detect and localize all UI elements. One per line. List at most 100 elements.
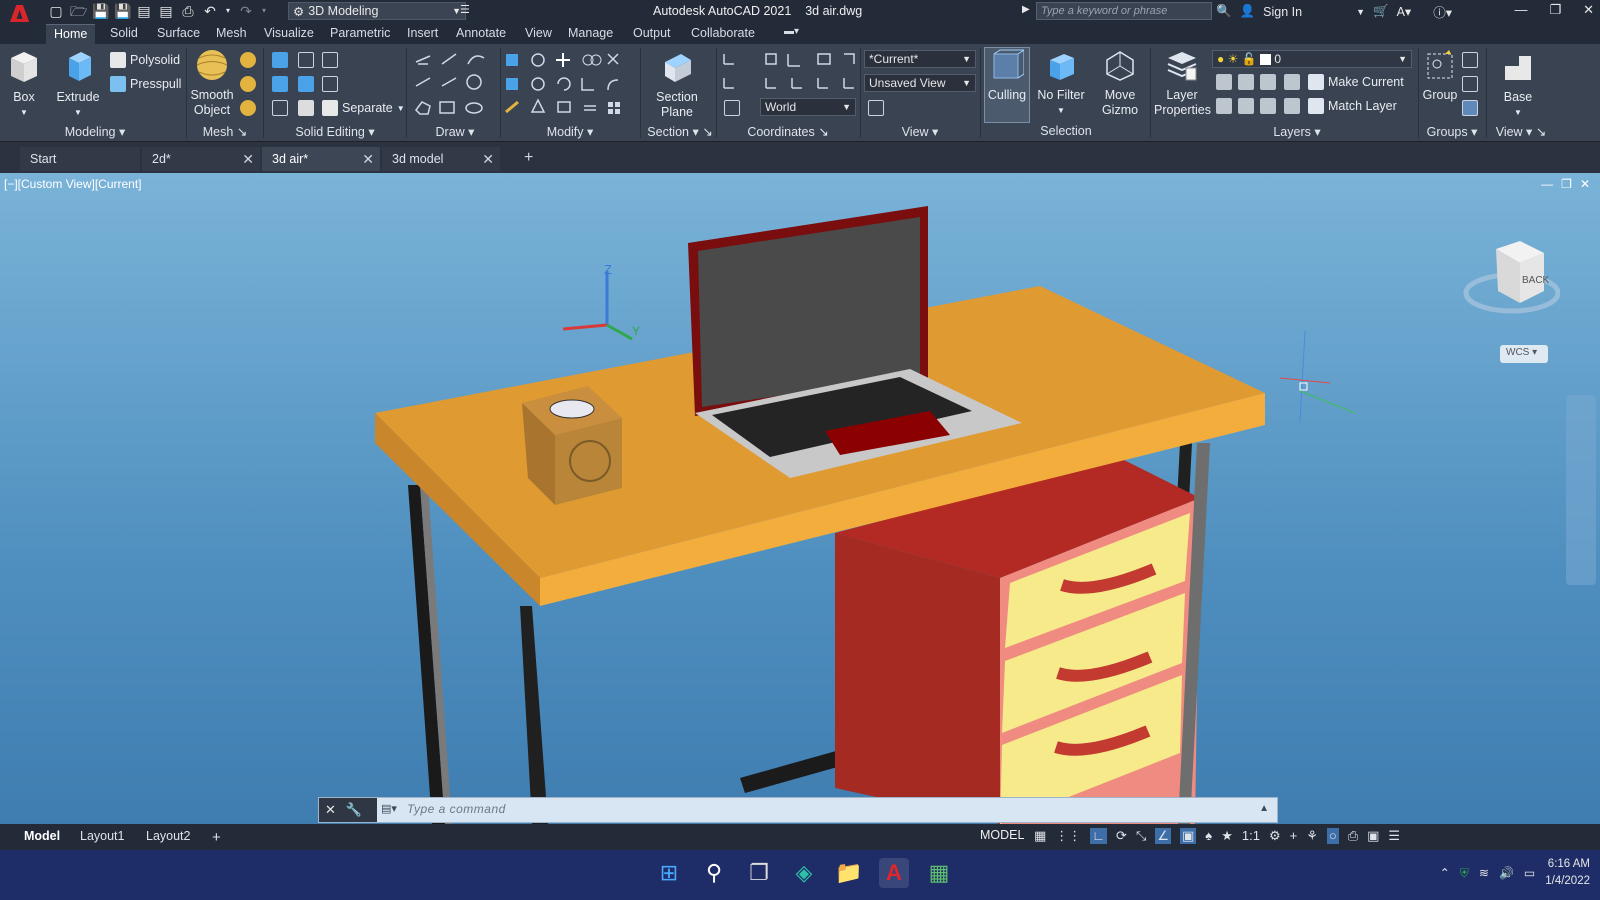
tab-manage[interactable]: Manage <box>560 24 621 44</box>
layout-tab-layout1[interactable]: Layout1 <box>74 827 130 847</box>
search-icon[interactable]: ⚲ <box>699 858 729 888</box>
panel-title-view-base[interactable]: View ▾ ↘ <box>1490 124 1552 140</box>
tab-output[interactable]: Output <box>625 24 679 44</box>
speaker-icon[interactable]: 🔊 <box>1499 866 1514 880</box>
redo-icon[interactable]: ↷ <box>238 3 254 19</box>
named-view-select[interactable]: Unsaved View ▼ <box>864 74 976 92</box>
slice-icon[interactable] <box>272 76 288 92</box>
mesh-crease-icon[interactable] <box>240 76 256 92</box>
layer-lock-icon[interactable] <box>1284 74 1300 90</box>
section-plane-button[interactable]: Section Plane <box>654 48 700 120</box>
subtract-icon[interactable] <box>298 52 314 68</box>
task-view-icon[interactable]: ❐ <box>744 858 774 888</box>
close-icon[interactable]: ✕ <box>325 802 336 818</box>
save-as-icon[interactable]: 💾 <box>114 3 131 19</box>
undo-icon[interactable]: ↶ <box>202 3 218 19</box>
battery-icon[interactable]: ▭ <box>1524 866 1535 880</box>
match-layer-button[interactable]: Match Layer <box>1308 96 1397 116</box>
tab-solid[interactable]: Solid <box>102 24 146 44</box>
file-explorer-icon[interactable]: 📁 <box>834 858 864 888</box>
panel-title-groups[interactable]: Groups ▾ <box>1420 124 1484 140</box>
user-icon[interactable]: 👤 <box>1240 4 1256 19</box>
drawing-viewport[interactable]: [−][Custom View][Current] — ❐ ✕ Z Y BACK… <box>0 173 1600 824</box>
security-shield-icon[interactable]: ⛨ <box>1460 866 1469 881</box>
app-store-icon[interactable]: A▾ <box>1397 4 1412 19</box>
add-layout-icon[interactable]: + <box>206 827 227 847</box>
extract-edges-icon[interactable] <box>322 76 338 92</box>
layer-select[interactable]: ● ☀ 🔓 0 ▼ <box>1212 50 1412 68</box>
save-icon[interactable]: 💾 <box>92 3 109 19</box>
tab-annotate[interactable]: Annotate <box>448 24 514 44</box>
viewport-config-icon[interactable] <box>868 100 884 116</box>
autoscale-icon[interactable]: ★ <box>1221 828 1233 844</box>
draw-tools-grid[interactable] <box>412 50 498 120</box>
navigation-bar[interactable] <box>1566 395 1596 585</box>
model-space-indicator[interactable]: MODEL <box>980 828 1024 842</box>
visual-style-select[interactable]: *Current* ▼ <box>864 50 976 68</box>
customize-menu-icon[interactable]: ☰ <box>1388 828 1400 844</box>
gear-icon[interactable]: ⚙ <box>1269 828 1281 844</box>
wcs-menu[interactable]: WCS ▾ <box>1500 345 1548 363</box>
ribbon-minimize-icon[interactable]: ▬▾ <box>776 24 807 44</box>
modify-tools-grid[interactable] <box>504 50 636 120</box>
panel-title-coordinates[interactable]: Coordinates ↘ <box>720 124 856 140</box>
close-icon[interactable]: ✕ <box>1583 2 1594 18</box>
union-icon[interactable] <box>272 52 288 68</box>
save-web-icon[interactable]: ▤ <box>158 3 174 19</box>
workspace-switch-icon[interactable]: ⚘ <box>1306 828 1318 844</box>
panel-title-draw[interactable]: Draw ▾ <box>412 124 498 140</box>
snap-icon[interactable]: ⋮⋮ <box>1055 828 1081 844</box>
tab-home[interactable]: Home <box>46 24 96 44</box>
selection-cycling-icon[interactable]: ▣ <box>1180 828 1197 844</box>
tray-chevron-up-icon[interactable]: ⌃ <box>1440 866 1450 880</box>
group-select-icon[interactable] <box>1462 100 1478 116</box>
restore-icon[interactable]: ❐ <box>1549 2 1561 18</box>
viewcube[interactable]: BACK <box>1460 233 1561 343</box>
layout-tab-model[interactable]: Model <box>18 827 66 847</box>
chevron-up-icon[interactable]: ▲ <box>1259 803 1269 814</box>
osnap-icon[interactable]: ⤡ <box>1136 828 1146 844</box>
file-tab-2d[interactable]: 2d* ✕ <box>142 147 260 171</box>
thicken-icon[interactable] <box>298 76 314 92</box>
help-icon[interactable]: ⓘ▾ <box>1433 2 1452 21</box>
command-prompt-icon[interactable]: ▤▾ <box>381 802 397 815</box>
no-filter-button[interactable]: No Filter ▼ <box>1036 48 1086 118</box>
file-tab-3d-air[interactable]: 3d air* ✕ <box>262 147 380 171</box>
presspull-button[interactable]: Presspull <box>110 74 181 94</box>
command-input[interactable]: Type a command <box>407 802 506 816</box>
ucs-icon[interactable] <box>724 100 740 116</box>
separate-button[interactable]: Separate ▼ <box>322 98 405 118</box>
file-tab-3d-model[interactable]: 3d model ✕ <box>382 147 500 171</box>
move-gizmo-button[interactable]: Move Gizmo <box>1096 48 1144 118</box>
layer-isolate-icon[interactable] <box>1238 74 1254 90</box>
ungroup-icon[interactable] <box>1462 52 1478 68</box>
group-button[interactable]: Group <box>1422 48 1458 103</box>
panel-title-modeling[interactable]: Modeling ▾ <box>40 124 150 140</box>
undo-dropdown-icon[interactable]: ▾ <box>224 3 232 19</box>
group-edit-icon[interactable] <box>1462 76 1478 92</box>
grid-icon[interactable]: ▦ <box>1034 828 1046 844</box>
clock[interactable]: 6:16 AM 1/4/2022 <box>1545 856 1590 890</box>
layer-unlock-icon[interactable] <box>1284 98 1300 114</box>
ortho-icon[interactable]: ∠ <box>1155 828 1171 844</box>
panel-title-view[interactable]: View ▾ <box>862 124 978 140</box>
tab-view[interactable]: View <box>517 24 560 44</box>
wrench-icon[interactable]: 🔧 <box>346 802 362 818</box>
search-input[interactable]: Type a keyword or phrase <box>1036 2 1212 20</box>
tab-parametric[interactable]: Parametric <box>322 24 398 44</box>
panel-title-solid-editing[interactable]: Solid Editing ▾ <box>268 124 402 140</box>
coordinates-tools-grid[interactable] <box>720 50 856 102</box>
panel-title-section[interactable]: Section ▾ ↘ <box>640 124 720 140</box>
sign-in-link[interactable]: Sign In <box>1263 5 1302 19</box>
close-icon[interactable]: ✕ <box>482 151 494 168</box>
intersect-icon[interactable] <box>322 52 338 68</box>
close-icon[interactable]: ✕ <box>242 151 254 168</box>
customize-qat-icon[interactable]: ☰ <box>460 3 470 16</box>
plot-icon[interactable]: ⎙ <box>180 3 196 19</box>
panel-title-modify[interactable]: Modify ▾ <box>504 124 636 140</box>
workspace-select[interactable]: ⚙ 3D Modeling ▼ <box>288 2 466 20</box>
cart-icon[interactable]: 🛒 <box>1373 4 1389 19</box>
mesh-smooth-more-icon[interactable] <box>240 100 256 116</box>
layer-off-icon[interactable] <box>1216 74 1232 90</box>
box-button[interactable]: Box ▼ <box>6 48 42 120</box>
